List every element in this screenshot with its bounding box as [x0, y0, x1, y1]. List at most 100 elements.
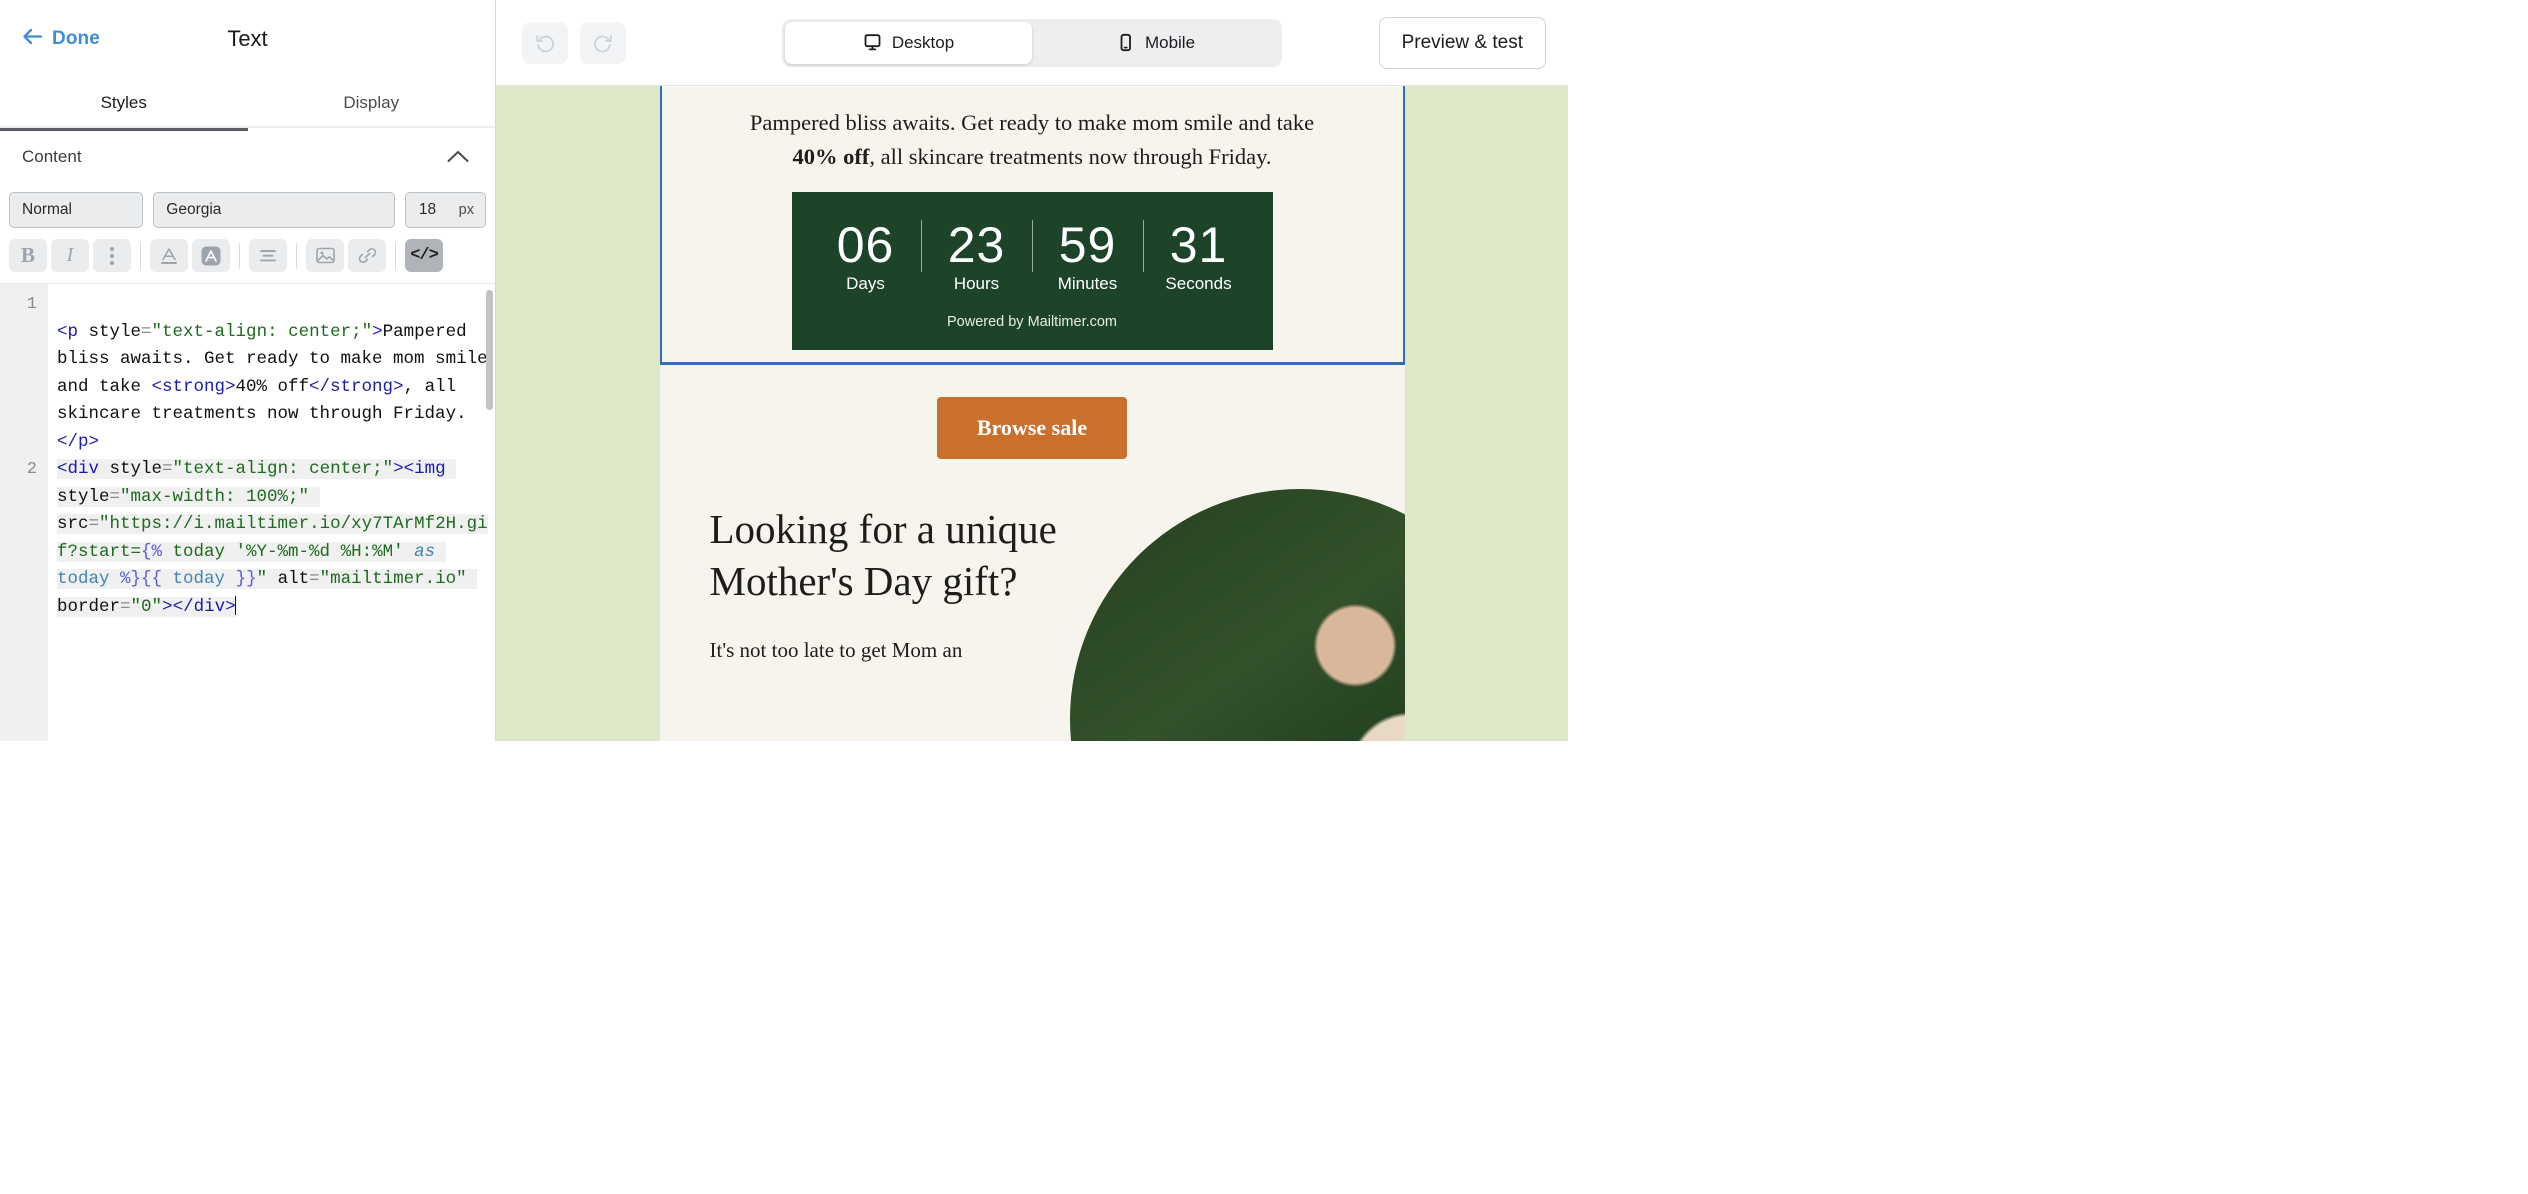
text-settings-panel: Done Text Styles Display Content Normal	[0, 0, 496, 741]
italic-button[interactable]: I	[51, 239, 89, 272]
tab-mobile-label: Mobile	[1145, 33, 1195, 53]
code-token: =	[89, 514, 100, 534]
countdown-unit-seconds: 31 Seconds	[1144, 218, 1254, 294]
email-canvas[interactable]: Pampered bliss awaits. Get ready to make…	[496, 86, 1568, 741]
more-options-button[interactable]	[93, 239, 131, 272]
align-button[interactable]	[249, 239, 287, 272]
italic-icon: I	[67, 244, 74, 267]
font-weight-value: Normal	[22, 201, 72, 219]
code-token: "text-align: center;"	[152, 322, 373, 342]
countdown-unit-hours: 23 Hours	[922, 218, 1032, 294]
code-token: >	[393, 459, 404, 479]
hero-paragraph: It's not too late to get Mom an	[710, 635, 1060, 666]
content-section-header[interactable]: Content	[0, 128, 495, 186]
font-size-input[interactable]: 18 px	[405, 192, 486, 228]
monitor-icon	[863, 33, 882, 52]
back-arrow-icon	[22, 28, 43, 49]
code-icon: </>	[410, 246, 438, 265]
code-token: 40% off	[236, 377, 310, 397]
code-token: "	[257, 569, 268, 589]
code-token: style	[99, 459, 162, 479]
preview-and-test-button[interactable]: Preview & test	[1379, 17, 1546, 69]
bold-icon: B	[21, 243, 35, 268]
code-token: <div	[57, 459, 99, 479]
countdown-days-value: 06	[811, 218, 921, 272]
font-family-select[interactable]: Georgia	[153, 192, 395, 228]
countdown-unit-days: 06 Days	[811, 218, 921, 294]
text-color-icon	[159, 246, 179, 266]
line-number: 1	[0, 291, 48, 319]
code-token: =	[110, 487, 121, 507]
code-token: today	[162, 569, 236, 589]
toolbar-divider-2	[239, 243, 240, 269]
highlight-color-icon	[200, 245, 222, 267]
tab-desktop-label: Desktop	[892, 33, 954, 53]
countdown-seconds-label: Seconds	[1144, 274, 1254, 294]
countdown-credit: Powered by Mailtimer.com	[792, 314, 1273, 330]
editor-scrollbar[interactable]	[486, 290, 493, 410]
chevron-up-icon[interactable]	[447, 150, 469, 163]
redo-button[interactable]	[580, 22, 626, 64]
countdown-days-label: Days	[811, 274, 921, 294]
more-vertical-icon	[110, 247, 114, 265]
countdown-seconds-value: 31	[1144, 218, 1254, 272]
link-icon	[357, 246, 378, 265]
bold-button[interactable]: B	[9, 239, 47, 272]
countdown-unit-minutes: 59 Minutes	[1033, 218, 1143, 294]
content-section-label: Content	[22, 147, 82, 167]
undo-button[interactable]	[522, 22, 568, 64]
code-token: {%	[141, 542, 162, 562]
countdown-hours-value: 23	[922, 218, 1032, 272]
toolbar-divider-4	[395, 243, 396, 269]
formatting-toolbar: B I	[0, 228, 495, 272]
code-token: "text-align: center;"	[173, 459, 394, 479]
code-token: <strong>	[152, 377, 236, 397]
countdown-hours-label: Hours	[922, 274, 1032, 294]
text-caret	[235, 596, 237, 615]
tab-mobile[interactable]: Mobile	[1032, 22, 1279, 64]
code-token: "max-width: 100%;"	[120, 487, 309, 507]
device-toggle: Desktop Mobile	[782, 19, 1282, 67]
editor-gutter: 1 2	[0, 284, 48, 741]
code-token: >	[162, 597, 173, 617]
selected-text-block[interactable]: Pampered bliss awaits. Get ready to make…	[660, 86, 1405, 365]
tab-desktop[interactable]: Desktop	[785, 22, 1032, 64]
countdown-minutes-value: 59	[1033, 218, 1143, 272]
tab-display[interactable]: Display	[248, 78, 496, 128]
code-token: '%Y-%m-%d %H:%M'	[236, 542, 404, 562]
code-token: =	[309, 569, 320, 589]
image-icon	[315, 246, 336, 265]
email-editor-app: Done Text Styles Display Content Normal	[0, 0, 1568, 741]
panel-tabs: Styles Display	[0, 78, 495, 128]
hero-image	[1070, 489, 1405, 741]
align-center-icon	[258, 248, 278, 264]
countdown-row: 06 Days 23 Hours 59 Minutes	[792, 218, 1273, 294]
preview-and-test-label: Preview & test	[1402, 32, 1523, 54]
promo-paragraph: Pampered bliss awaits. Get ready to make…	[702, 90, 1363, 182]
source-code-button[interactable]: </>	[405, 239, 443, 272]
font-size-value: 18	[419, 201, 436, 219]
tab-styles[interactable]: Styles	[0, 78, 248, 128]
browse-sale-button[interactable]: Browse sale	[937, 397, 1127, 459]
undo-icon	[534, 32, 556, 54]
text-color-button[interactable]	[150, 239, 188, 272]
redo-icon	[592, 32, 614, 54]
email-body: Pampered bliss awaits. Get ready to make…	[660, 86, 1405, 741]
code-token: =	[162, 459, 173, 479]
html-source-editor[interactable]: 1 2 <p style="text-align: center;">Pampe…	[0, 283, 495, 741]
promo-line-a: Pampered bliss awaits. Get ready to make…	[750, 110, 1314, 135]
hero-copy: Looking for a unique Mother's Day gift? …	[660, 489, 1060, 741]
line-number: 2	[0, 456, 48, 484]
hero-heading: Looking for a unique Mother's Day gift?	[710, 503, 1060, 607]
promo-bold: 40% off	[792, 144, 869, 169]
editor-code-text[interactable]: <p style="text-align: center;">Pampered …	[48, 284, 495, 741]
done-button[interactable]: Done	[0, 28, 100, 50]
phone-icon	[1116, 33, 1135, 52]
toolbar-divider-3	[296, 243, 297, 269]
code-token: "mailtimer.io"	[320, 569, 467, 589]
code-token: "0"	[131, 597, 163, 617]
font-weight-select[interactable]: Normal	[9, 192, 143, 228]
insert-image-button[interactable]	[306, 239, 344, 272]
highlight-color-button[interactable]	[192, 239, 230, 272]
insert-link-button[interactable]	[348, 239, 386, 272]
